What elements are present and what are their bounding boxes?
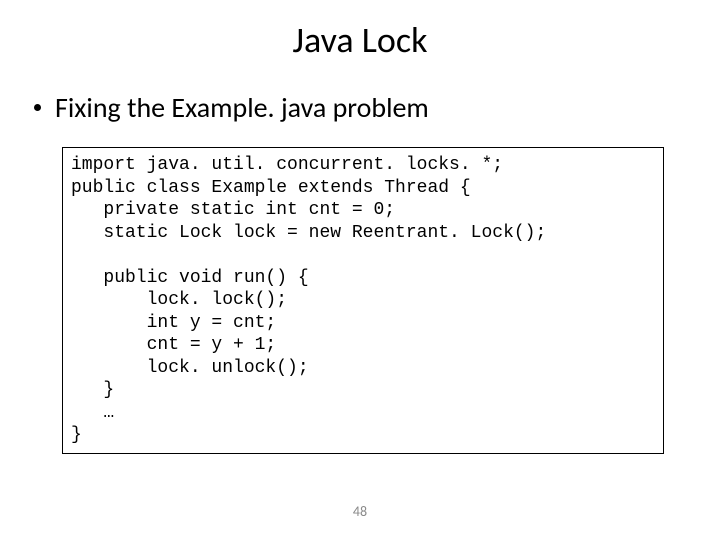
code-line: private static int cnt = 0; (71, 200, 395, 220)
code-line: public void run() { (71, 268, 309, 288)
code-line: public class Example extends Thread { (71, 178, 471, 198)
code-line: int y = cnt; (71, 313, 276, 333)
slide: Java Lock Fixing the Example. java probl… (0, 0, 720, 540)
bullet-item: Fixing the Example. java problem (0, 90, 720, 125)
code-line: } (71, 425, 82, 445)
code-line: static Lock lock = new Reentrant. Lock()… (71, 223, 546, 243)
code-block: import java. util. concurrent. locks. *;… (62, 147, 664, 454)
page-number: 48 (0, 503, 720, 520)
code-line: import java. util. concurrent. locks. *; (71, 155, 503, 175)
bullet-dot-icon (34, 104, 41, 111)
bullet-text: Fixing the Example. java problem (55, 90, 429, 125)
code-line: lock. unlock(); (71, 358, 309, 378)
code-line: cnt = y + 1; (71, 335, 276, 355)
code-line: lock. lock(); (71, 290, 287, 310)
code-line: } (71, 380, 114, 400)
slide-title: Java Lock (0, 18, 720, 62)
code-line: … (71, 403, 114, 423)
